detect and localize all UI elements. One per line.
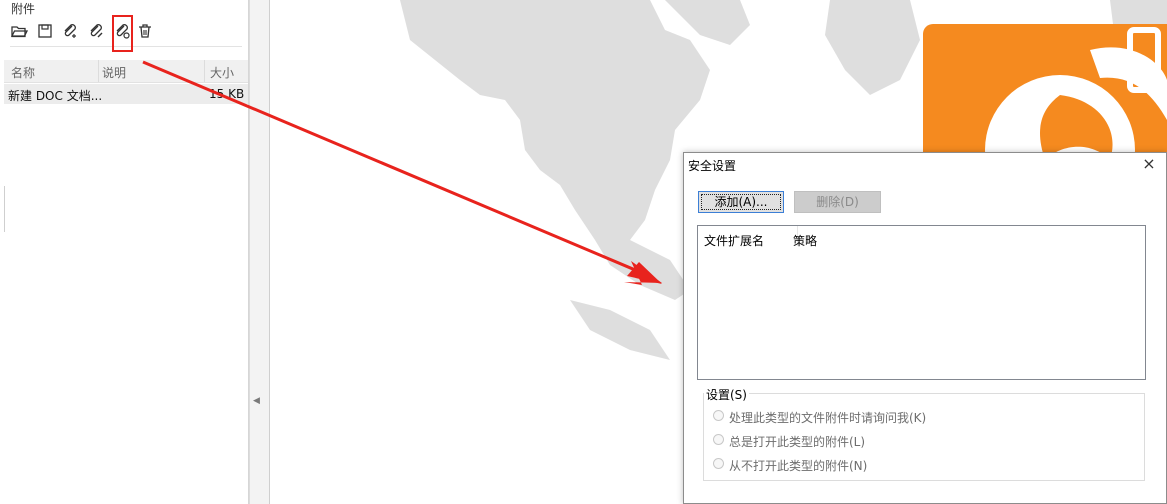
attachment-size: 15 KB — [209, 87, 245, 101]
panel-edge — [0, 186, 5, 232]
option-label: 从不打开此类型的附件(N) — [729, 459, 868, 473]
panel-title: 附件 — [11, 2, 36, 16]
column-header-description[interactable]: 说明 — [102, 64, 126, 81]
column-header-extension[interactable]: 文件扩展名 — [704, 232, 764, 249]
edit-attachment-icon[interactable] — [87, 22, 105, 40]
column-divider[interactable] — [204, 60, 205, 82]
add-attachment-icon[interactable] — [61, 22, 79, 40]
column-header-policy[interactable]: 策略 — [793, 232, 817, 249]
open-folder-icon[interactable] — [10, 22, 28, 40]
save-icon[interactable] — [36, 22, 54, 40]
radio-icon[interactable] — [713, 434, 724, 445]
attachments-list-header: 名称 说明 大小 — [4, 60, 248, 83]
delete-button[interactable]: 删除(D) — [794, 191, 881, 213]
collapse-arrow-icon[interactable]: ◀ — [253, 396, 260, 406]
column-header-name[interactable]: 名称 — [11, 64, 35, 81]
attachments-panel: 附件 名称 说明 大小 新建 DOC 文档... 15 KB — [0, 0, 249, 504]
panel-splitter[interactable]: ◀ — [249, 0, 270, 504]
radio-icon[interactable] — [713, 410, 724, 421]
radio-icon[interactable] — [713, 458, 724, 469]
dialog-title: 安全设置 — [688, 159, 737, 173]
close-icon[interactable]: × — [1140, 155, 1158, 173]
annotation-highlight-box — [112, 15, 133, 52]
add-button[interactable]: 添加(A)... — [698, 191, 784, 213]
table-row[interactable]: 新建 DOC 文档... 15 KB — [4, 84, 248, 104]
delete-icon[interactable] — [136, 22, 154, 40]
option-label: 处理此类型的文件附件时请询问我(K) — [729, 411, 927, 425]
attachment-name: 新建 DOC 文档... — [8, 89, 103, 103]
security-settings-dialog: 安全设置 × 添加(A)... 删除(D) 文件扩展名 策略 设置(S) 处理此… — [683, 152, 1167, 504]
extension-policy-list[interactable]: 文件扩展名 策略 — [697, 225, 1146, 380]
column-divider[interactable] — [98, 60, 99, 82]
column-header-size[interactable]: 大小 — [210, 64, 234, 81]
settings-group-label: 设置(S) — [704, 386, 749, 403]
option-label: 总是打开此类型的附件(L) — [729, 435, 866, 449]
